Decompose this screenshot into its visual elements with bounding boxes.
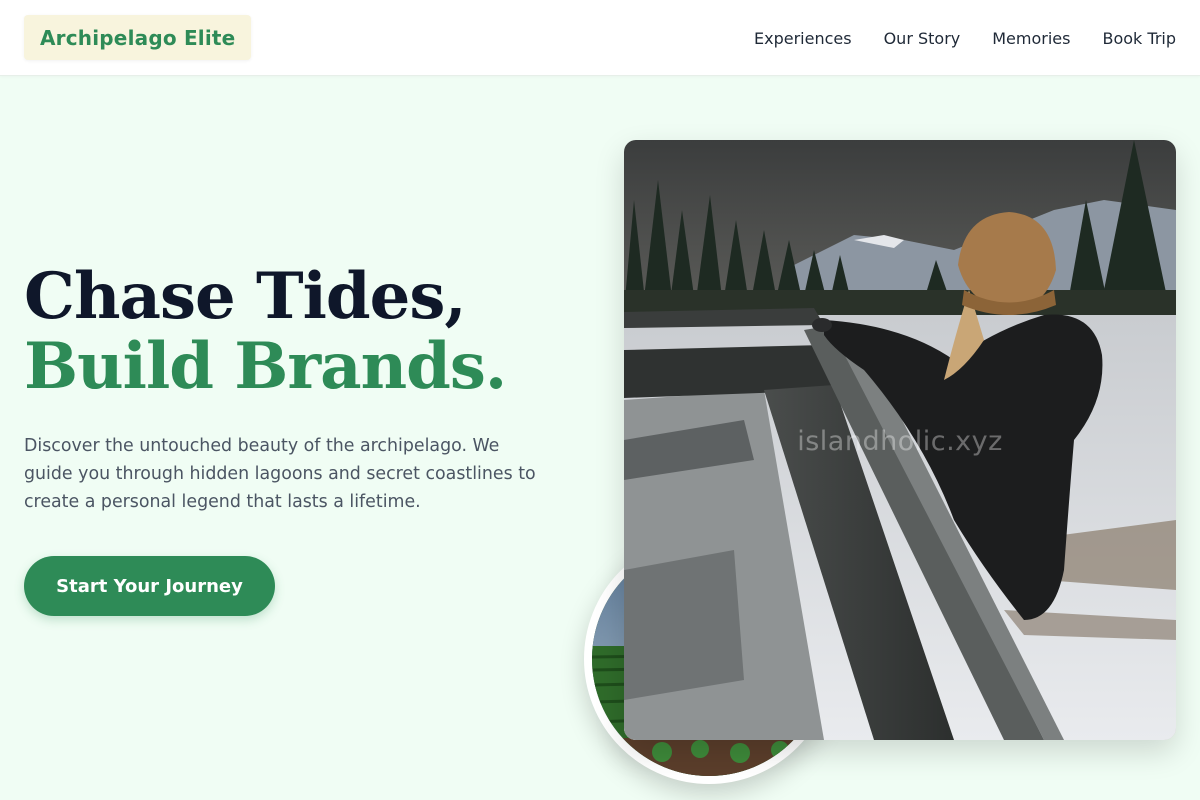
hero-headline-line1: Chase Tides, xyxy=(24,259,467,334)
nav-link-memories[interactable]: Memories xyxy=(992,29,1070,48)
brand-logo[interactable]: Archipelago Elite xyxy=(24,15,252,60)
start-journey-button[interactable]: Start Your Journey xyxy=(24,556,275,616)
nav-link-our-story[interactable]: Our Story xyxy=(884,29,961,48)
snow-scene-illustration xyxy=(624,140,1176,740)
nav-link-experiences[interactable]: Experiences xyxy=(754,29,852,48)
hero-main-photo xyxy=(624,140,1176,740)
nav-link-book-trip[interactable]: Book Trip xyxy=(1102,29,1176,48)
hero-headline-line2: Build Brands. xyxy=(24,329,507,404)
hero-headline: Chase Tides, Build Brands. xyxy=(24,259,507,404)
top-navbar: Archipelago Elite Experiences Our Story … xyxy=(0,0,1200,76)
hero-description: Discover the untouched beauty of the arc… xyxy=(24,436,536,512)
nav-links: Experiences Our Story Memories Book Trip xyxy=(754,0,1176,76)
